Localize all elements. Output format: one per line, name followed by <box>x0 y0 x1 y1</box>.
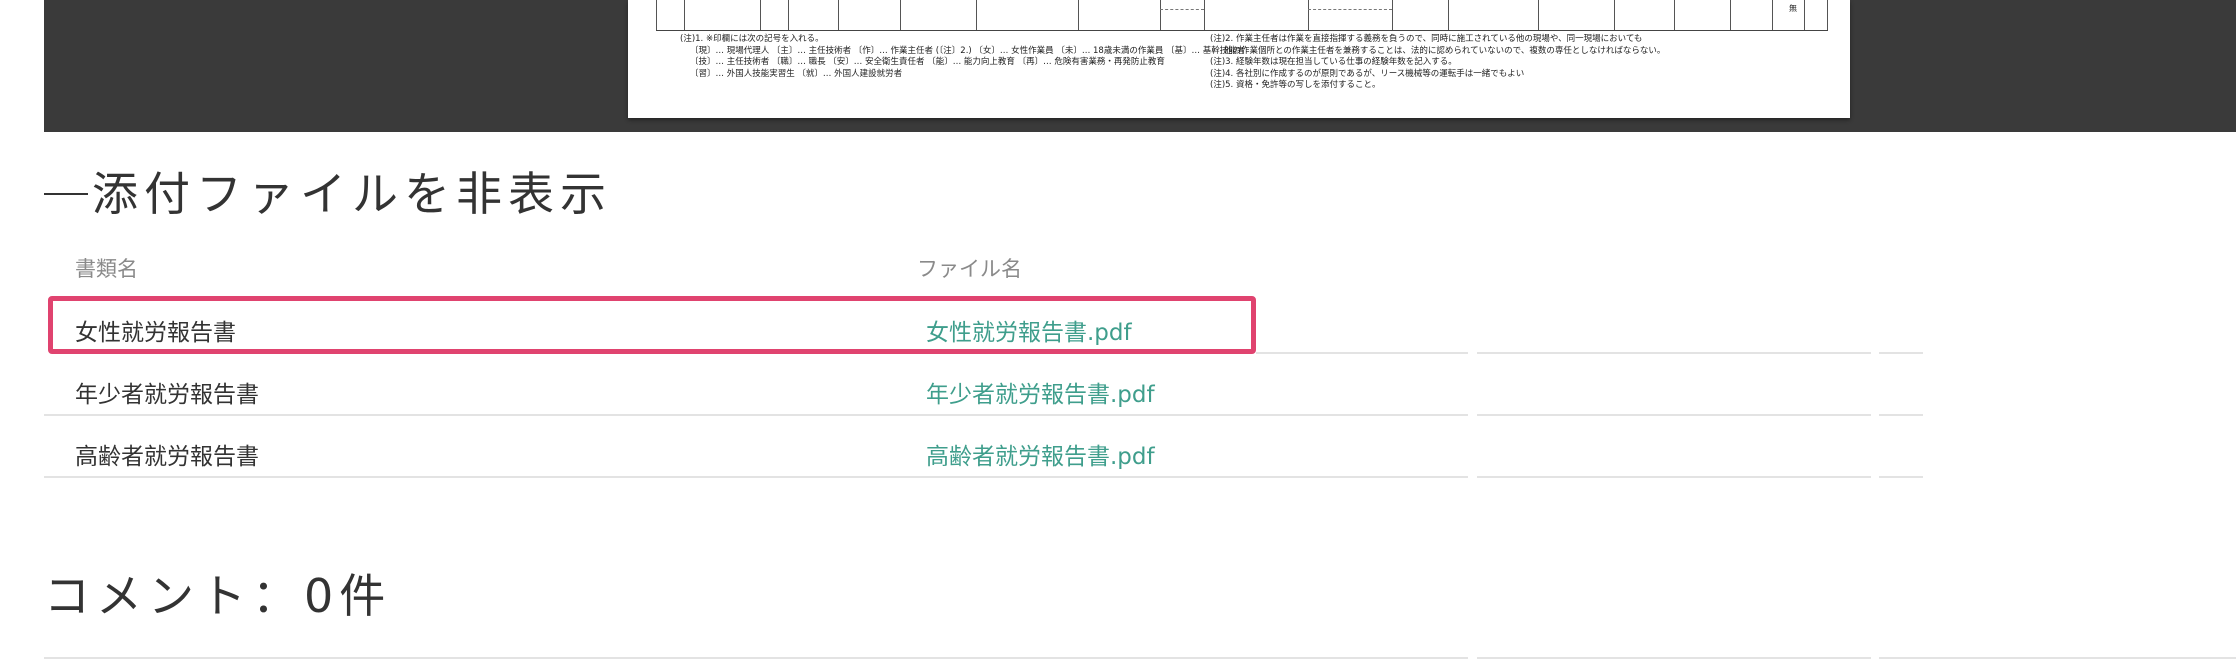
document-page: 無 (注)1. ※印欄には次の記号を入れる。 〔現〕… 現場代理人 〔主〕… 主… <box>628 0 1850 118</box>
row-divider <box>1256 352 1468 354</box>
comments-section-title: コメント：0件 <box>44 569 392 623</box>
table-row: 年少者就労報告書 年少者就労報告書.pdf <box>44 358 1924 420</box>
document-corner-mark: 無 <box>1789 4 1797 13</box>
document-table-bottom: 無 <box>656 0 1828 31</box>
note-line: (注)1. ※印欄には次の記号を入れる。 <box>680 34 824 44</box>
row-divider <box>1477 352 1871 354</box>
attachments-section-title: 添付ファイルを非表示 <box>92 167 612 221</box>
comments-divider <box>44 657 1468 659</box>
comments-divider <box>1477 657 1871 659</box>
row-divider <box>1879 414 1923 416</box>
note-line: 〔技〕… 主任技術者 〔職〕… 職長 〔安〕… 安全衛生責任者 〔能〕… 能力向… <box>690 57 1165 67</box>
hide-attachments-toggle[interactable]: 添付ファイルを非表示 <box>44 158 612 224</box>
row-divider <box>44 476 1468 478</box>
comments-divider <box>1879 657 2236 659</box>
document-notes-left: (注)1. ※印欄には次の記号を入れる。 〔現〕… 現場代理人 〔主〕… 主任技… <box>680 34 1245 80</box>
note-line: 〔習〕… 外国人技能実習生 〔就〕… 外国人建設就労者 <box>690 68 903 79</box>
row-highlight-outline <box>48 296 1256 354</box>
document-name-cell: 年少者就労報告書 <box>75 382 259 408</box>
file-link[interactable]: 年少者就労報告書.pdf <box>926 375 1155 409</box>
note-line: (注)4. 各社別に作成するのが原則であるが、リース機械等の運転手は一緒でもよい <box>1210 68 1525 79</box>
document-notes-right: (注)2. 作業主任者は作業を直接指揮する義務を負うので、同時に施工されている他… <box>1210 34 1665 92</box>
row-divider <box>1879 476 1923 478</box>
row-divider <box>44 414 1468 416</box>
note-line: (注)2. 作業主任者は作業を直接指揮する義務を負うので、同時に施工されている他… <box>1210 34 1643 44</box>
table-row: 高齢者就労報告書 高齢者就労報告書.pdf <box>44 420 1924 482</box>
collapse-dash-icon <box>44 192 88 195</box>
row-divider <box>1879 352 1923 354</box>
file-link[interactable]: 高齢者就労報告書.pdf <box>926 437 1155 471</box>
note-line: 他の作業個所との作業主任者を兼務することは、法的に認められていないので、複数の専… <box>1224 45 1666 56</box>
document-name-cell: 高齢者就労報告書 <box>75 444 259 470</box>
note-line: (注)3. 経験年数は現在担当している仕事の経験年数を記入する。 <box>1210 57 1457 67</box>
row-divider <box>1477 414 1871 416</box>
row-divider <box>1477 476 1871 478</box>
note-line: 〔現〕… 現場代理人 〔主〕… 主任技術者 〔作〕… 作業主任者 (〔注〕2.)… <box>690 45 1246 56</box>
document-preview-viewer[interactable]: 無 (注)1. ※印欄には次の記号を入れる。 〔現〕… 現場代理人 〔主〕… 主… <box>44 0 2236 132</box>
column-header-file-name: ファイル名 <box>917 257 1022 281</box>
column-header-document-name: 書類名 <box>75 257 138 281</box>
note-line: (注)5. 資格・免許等の写しを添付すること。 <box>1210 80 1381 90</box>
